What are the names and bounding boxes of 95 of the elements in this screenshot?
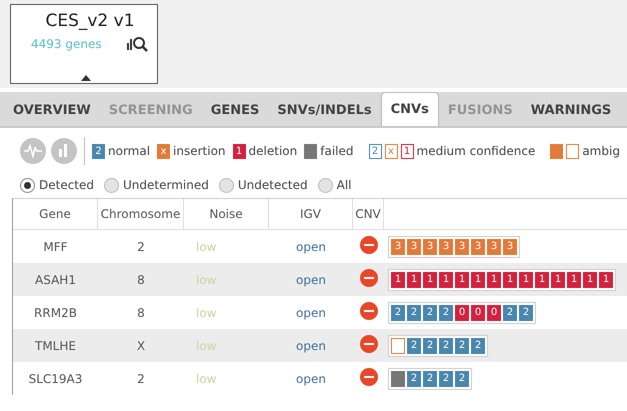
- copy-number-cell: 2: [455, 370, 469, 386]
- legend-swatch: 2: [368, 144, 382, 158]
- table-cell-text: 8: [136, 272, 146, 286]
- radio-button[interactable]: [20, 178, 35, 192]
- copy-number-cell: 3: [439, 238, 453, 254]
- copy-number-cell: 1: [551, 272, 565, 288]
- table-cell-text: 2: [136, 372, 146, 386]
- tab[interactable]: SNVs/INDELs: [268, 96, 381, 126]
- table-cell-text: low: [195, 272, 218, 286]
- copy-number-cell: 3: [471, 238, 485, 254]
- copy-number-cell: 2: [407, 338, 421, 354]
- legend-label: medium confidence: [416, 144, 536, 158]
- copy-number-cell: 2: [455, 338, 469, 354]
- radio-label[interactable]: Undetermined: [123, 178, 209, 192]
- radio-label[interactable]: Detected: [39, 178, 94, 192]
- copy-number-cell: 2: [439, 370, 453, 386]
- panel-title: CES_v2 v1: [44, 11, 136, 31]
- igv-link[interactable]: open: [296, 240, 326, 254]
- copy-number-cell: 2: [503, 304, 517, 320]
- copy-number-cell: 1: [455, 272, 469, 288]
- copy-number-cell: 2: [407, 370, 421, 386]
- igv-link[interactable]: open: [296, 372, 326, 386]
- radio-button[interactable]: [318, 178, 333, 192]
- column-header[interactable]: Gene: [13, 199, 98, 229]
- legend-swatch: 1: [400, 144, 414, 158]
- table-cell-text: X: [136, 338, 146, 352]
- legend-label: insertion: [173, 144, 226, 158]
- copy-number-cell: 2: [471, 338, 485, 354]
- tab[interactable]: OVERVIEW: [4, 96, 100, 126]
- copy-number-cell: 1: [567, 272, 581, 288]
- legend-swatch: x: [384, 144, 398, 158]
- copy-number-cell: 3: [487, 238, 501, 254]
- table-cell-text: TMLHE: [34, 338, 77, 352]
- copy-number-cell: 3: [407, 238, 421, 254]
- legend-label: normal: [108, 144, 150, 158]
- copy-number-cell: 2: [407, 304, 421, 320]
- table-cell-text: 2: [136, 240, 146, 254]
- copy-number-cell: 1: [599, 272, 613, 288]
- column-header[interactable]: Chromosome: [98, 199, 184, 229]
- copy-number-cell: 1: [487, 272, 501, 288]
- copy-number-cell: 2: [423, 304, 437, 320]
- copy-number-cell: 1: [535, 272, 549, 288]
- chart-search-icon[interactable]: [127, 35, 149, 53]
- igv-link[interactable]: open: [296, 338, 326, 352]
- legend-swatch: x: [157, 144, 170, 158]
- table-cell-text: SLC19A3: [28, 372, 84, 386]
- table-cell-text: low: [195, 372, 218, 386]
- copy-number-cell: 2: [423, 370, 437, 386]
- column-header[interactable]: IGV: [269, 199, 353, 229]
- copy-number-cell: 3: [423, 238, 437, 254]
- copy-number-cell: 1: [519, 272, 533, 288]
- copy-number-cell: 3: [503, 238, 517, 254]
- radio-button[interactable]: [104, 178, 120, 192]
- caret-icon: [81, 75, 91, 81]
- table-cell-text: low: [195, 338, 218, 352]
- igv-link[interactable]: open: [296, 306, 326, 320]
- copy-number-cell: 1: [391, 272, 405, 288]
- copy-number-cell: 1: [471, 272, 485, 288]
- igv-link[interactable]: open: [296, 272, 326, 286]
- copy-number-cell: 2: [391, 304, 405, 320]
- copy-number-cell: 0: [455, 304, 469, 320]
- legend-label: ambig: [582, 144, 620, 158]
- copy-number-cell: 3: [391, 238, 405, 254]
- copy-number-cell: 2: [519, 304, 533, 320]
- copy-number-cell: 1: [423, 272, 437, 288]
- tab[interactable]: WARNINGS: [522, 96, 620, 126]
- legend-swatch: 1: [232, 144, 246, 158]
- copy-number-cell: 1: [583, 272, 597, 288]
- copy-number-cell: 1: [439, 272, 453, 288]
- legend-label: failed: [320, 144, 354, 158]
- copy-number-cell: 3: [455, 238, 469, 254]
- tab[interactable]: CNVs: [380, 92, 439, 126]
- panel-card[interactable]: CES_v2 v1 4493 genes: [10, 4, 158, 84]
- legend-label: deletion: [248, 144, 298, 158]
- gene-count: 4493 genes: [31, 37, 102, 51]
- legend-swatch: 2: [92, 144, 105, 158]
- table-cell-text: low: [195, 240, 218, 254]
- copy-number-cell: 0: [471, 304, 485, 320]
- radio-label[interactable]: Undetected: [238, 178, 308, 192]
- column-header[interactable]: CNV: [353, 199, 384, 229]
- table-cell-text: 8: [136, 306, 146, 320]
- copy-number-cell: 2: [439, 304, 453, 320]
- table-cell-text: low: [195, 306, 218, 320]
- radio-button[interactable]: [218, 178, 234, 192]
- radio-label[interactable]: All: [336, 178, 352, 192]
- tab[interactable]: GENES: [202, 96, 268, 126]
- copy-number-cell: 2: [439, 338, 453, 354]
- copy-number-cell: 1: [503, 272, 517, 288]
- table-cell-text: ASAH1: [34, 272, 77, 286]
- copy-number-cell: 2: [423, 338, 437, 354]
- copy-number-cell: 1: [407, 272, 421, 288]
- column-header[interactable]: Noise: [184, 199, 269, 229]
- table-cell-text: RRM2B: [33, 306, 78, 320]
- copy-number-cell: 0: [487, 304, 501, 320]
- table-cell-text: MFF: [42, 240, 69, 254]
